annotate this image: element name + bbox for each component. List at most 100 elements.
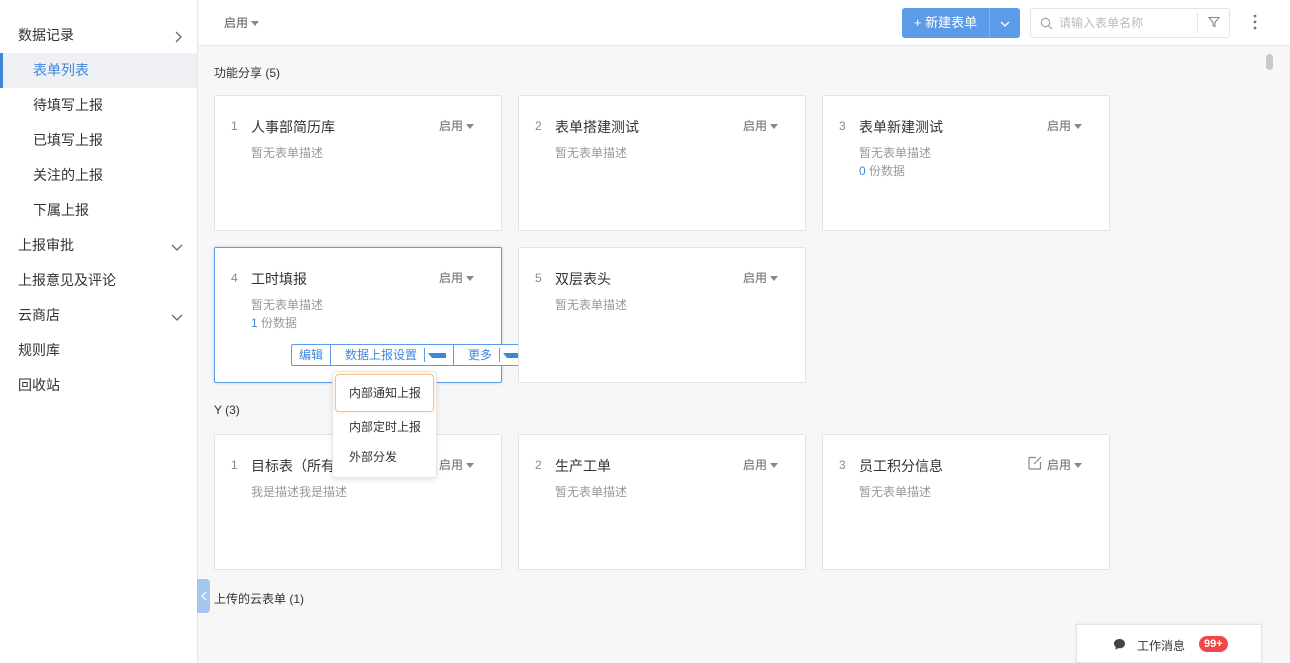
sidebar-item-rule-library[interactable]: 规则库 xyxy=(0,333,197,368)
form-card[interactable]: 4 工时填报 启用 暂无表单描述 1 份数据 编辑 数据上报设置 更多 xyxy=(214,247,530,383)
card-data-count-number: 0 xyxy=(859,164,866,178)
card-description: 暂无表单描述 xyxy=(555,485,628,499)
filter-icon xyxy=(1207,16,1220,28)
sidebar-item-recycle-bin[interactable]: 回收站 xyxy=(0,368,197,403)
chevron-down-icon xyxy=(1000,21,1010,27)
card-status-dropdown[interactable]: 启用 xyxy=(439,456,474,473)
card-data-count[interactable]: 1 份数据 xyxy=(251,314,297,331)
new-form-button-group: + 新建表单 xyxy=(902,8,1020,38)
card-status-label: 启用 xyxy=(742,458,767,472)
sidebar-item-label: 关注的上报 xyxy=(33,167,103,183)
card-description: 暂无表单描述 xyxy=(251,298,324,312)
sidebar-item-label: 数据记录 xyxy=(18,27,74,43)
sidebar-item-report-approval[interactable]: 上报审批 xyxy=(0,228,197,263)
card-description: 我是描述我是描述 xyxy=(251,485,348,499)
caret-down-icon xyxy=(1074,124,1082,130)
search-input[interactable] xyxy=(1059,13,1195,33)
sidebar-item-label: 表单列表 xyxy=(33,62,89,78)
form-card[interactable]: 5 双层表头 启用 暂无表单描述 xyxy=(518,247,806,383)
card-status-label: 启用 xyxy=(742,119,767,133)
card-number: 2 xyxy=(535,458,542,472)
caret-down-icon xyxy=(1074,463,1082,469)
scrollbar-thumb[interactable] xyxy=(1266,54,1273,70)
chevron-right-icon xyxy=(173,18,183,53)
section-title: Y (3) xyxy=(214,403,240,417)
chevron-down-icon xyxy=(171,298,183,333)
card-title: 工时填报 xyxy=(251,271,307,287)
card-number: 3 xyxy=(839,119,846,133)
report-settings-label: 数据上报设置 xyxy=(338,348,426,362)
more-button[interactable]: 更多 xyxy=(454,345,528,365)
card-title: 目标表（所有 xyxy=(251,458,335,474)
chat-bubble-icon xyxy=(1114,639,1125,650)
card-status-label: 启用 xyxy=(438,458,463,472)
card-status-dropdown[interactable]: 启用 xyxy=(1047,117,1082,134)
form-card[interactable]: 1 人事部简历库 启用 暂无表单描述 xyxy=(214,95,502,231)
card-status-dropdown[interactable]: 启用 xyxy=(439,117,474,134)
sidebar-item-subordinate-reports[interactable]: 下属上报 xyxy=(0,193,197,228)
more-vertical-icon[interactable] xyxy=(1251,12,1259,32)
menu-item-external-distribute[interactable]: 外部分发 xyxy=(335,442,434,472)
caret-down-icon xyxy=(770,276,778,282)
unread-count-badge: 99+ xyxy=(1199,636,1228,652)
sidebar-item-pending-reports[interactable]: 待填写上报 xyxy=(0,88,197,123)
chevron-down-icon xyxy=(171,228,183,263)
new-form-button[interactable]: + 新建表单 xyxy=(902,8,990,38)
card-number: 3 xyxy=(839,458,846,472)
caret-down-icon xyxy=(428,353,447,359)
card-status-label: 启用 xyxy=(438,271,463,285)
form-card[interactable]: 3 表单新建测试 启用 暂无表单描述 0 份数据 xyxy=(822,95,1110,231)
menu-item-internal-notify-report[interactable]: 内部通知上报 xyxy=(335,374,434,412)
card-status-dropdown[interactable]: 启用 xyxy=(1047,456,1082,473)
card-status-dropdown[interactable]: 启用 xyxy=(743,269,778,286)
sidebar-item-label: 规则库 xyxy=(18,342,60,358)
report-settings-button[interactable]: 数据上报设置 xyxy=(331,345,455,365)
card-data-count[interactable]: 0 份数据 xyxy=(859,162,905,179)
sidebar-collapse-toggle[interactable] xyxy=(197,579,210,613)
edit-button[interactable]: 编辑 xyxy=(292,345,332,365)
sidebar-item-label: 回收站 xyxy=(18,377,60,393)
caret-down-icon xyxy=(251,21,260,27)
form-card[interactable]: 2 生产工单 启用 暂无表单描述 xyxy=(518,434,806,570)
sidebar-item-label: 待填写上报 xyxy=(33,97,103,113)
caret-down-icon xyxy=(770,463,778,469)
card-description: 暂无表单描述 xyxy=(555,298,628,312)
card-status-dropdown[interactable]: 启用 xyxy=(743,456,778,473)
caret-down-icon xyxy=(466,124,474,130)
form-card[interactable]: 3 员工积分信息 启用 暂无表单描述 xyxy=(822,434,1110,570)
filter-button[interactable] xyxy=(1197,13,1229,33)
search-icon xyxy=(1040,17,1053,30)
edit-external-icon[interactable] xyxy=(1027,455,1043,471)
card-title: 生产工单 xyxy=(555,458,611,474)
card-title: 员工积分信息 xyxy=(859,458,943,474)
card-data-count-number: 1 xyxy=(251,316,258,330)
report-settings-menu: 内部通知上报 内部定时上报 外部分发 xyxy=(332,371,437,478)
card-data-count-label: 份数据 xyxy=(257,316,298,330)
work-messages-bar[interactable]: 工作消息 99+ xyxy=(1076,624,1262,663)
sidebar-item-report-comments[interactable]: 上报意见及评论 xyxy=(0,263,197,298)
new-form-dropdown-toggle[interactable] xyxy=(990,8,1020,38)
menu-item-internal-scheduled-report[interactable]: 内部定时上报 xyxy=(335,412,434,442)
sidebar-item-label: 云商店 xyxy=(18,307,60,323)
work-messages-label: 工作消息 xyxy=(1137,639,1186,653)
sidebar-item-label: 上报审批 xyxy=(18,237,74,253)
sidebar-item-cloud-store[interactable]: 云商店 xyxy=(0,298,197,333)
sidebar-item-followed-reports[interactable]: 关注的上报 xyxy=(0,158,197,193)
card-status-label: 启用 xyxy=(438,119,463,133)
card-status-dropdown[interactable]: 启用 xyxy=(439,269,474,286)
section-title: 功能分享 (5) xyxy=(214,66,281,80)
form-card[interactable]: 2 表单搭建测试 启用 暂无表单描述 xyxy=(518,95,806,231)
card-data-count-label: 份数据 xyxy=(865,164,906,178)
card-status-label: 启用 xyxy=(742,271,767,285)
caret-down-icon xyxy=(770,124,778,130)
card-title: 人事部简历库 xyxy=(251,119,335,135)
card-number: 1 xyxy=(231,119,238,133)
sidebar-item-label: 已填写上报 xyxy=(33,132,103,148)
top-toolbar: 启用 + 新建表单 xyxy=(199,0,1290,46)
sidebar-item-label: 下属上报 xyxy=(33,202,89,218)
sidebar-item-data-records[interactable]: 数据记录 xyxy=(0,18,197,53)
sidebar-item-filled-reports[interactable]: 已填写上报 xyxy=(0,123,197,158)
card-status-dropdown[interactable]: 启用 xyxy=(743,117,778,134)
sidebar-item-form-list[interactable]: 表单列表 xyxy=(0,53,197,88)
status-filter-dropdown[interactable]: 启用 xyxy=(224,14,260,31)
